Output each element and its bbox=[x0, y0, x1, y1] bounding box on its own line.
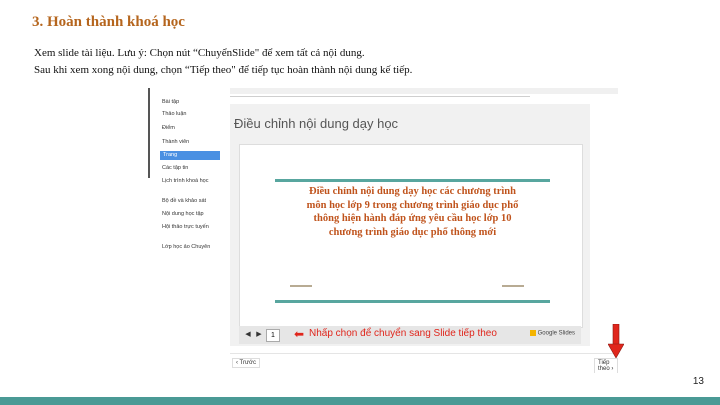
sidebar-item-modules[interactable]: Nội dung học tập bbox=[162, 211, 226, 218]
down-arrow-icon bbox=[608, 324, 624, 358]
sidebar-item-grades[interactable]: Điểm bbox=[162, 125, 226, 132]
sidebar-item-webinars[interactable]: Hội thảo trực tuyến bbox=[162, 224, 226, 231]
slide-top-rule bbox=[275, 179, 550, 182]
slide-canvas: Điều chỉnh nội dung dạy học các chương t… bbox=[239, 144, 583, 328]
sidebar-item-people[interactable]: Thành viên bbox=[162, 139, 226, 146]
current-slide-number: 1 bbox=[266, 329, 280, 342]
content-title: Điều chỉnh nội dung dạy học bbox=[234, 116, 399, 131]
next-slide-hint: Nhấp chọn để chuyển sang Slide tiếp theo bbox=[309, 328, 497, 339]
previous-button[interactable]: ‹ Trước bbox=[232, 358, 260, 368]
page-nav-divider bbox=[230, 353, 618, 354]
google-slides-link[interactable]: Google Slides bbox=[530, 330, 575, 337]
slide-bottom-rule bbox=[275, 300, 550, 303]
slide-accent-right bbox=[502, 285, 524, 287]
sidebar-item-files[interactable]: Các tập tin bbox=[162, 165, 226, 172]
course-sidebar: Bài tập Thảo luận Điểm Thành viên Trang … bbox=[148, 88, 228, 373]
sidebar-item-assignments[interactable]: Bài tập bbox=[162, 99, 226, 106]
slide-title: 3. Hoàn thành khoá học bbox=[32, 14, 185, 30]
next-slide-button[interactable]: ▶ bbox=[254, 329, 264, 340]
slides-embed: Điều chỉnh nội dung dạy học Điều chỉnh n… bbox=[230, 104, 590, 346]
sidebar-item-discussions[interactable]: Thảo luận bbox=[162, 111, 226, 118]
lesson-title: Điều chỉnh nội dung dạy học các chương t… bbox=[306, 186, 519, 238]
lms-screenshot: Bài tập Thảo luận Điểm Thành viên Trang … bbox=[148, 88, 618, 373]
hint-arrow-icon: ⬅ bbox=[294, 327, 305, 341]
instruction-line-2: Sau khi xem xong nội dung, chọn “Tiếp th… bbox=[34, 64, 413, 76]
bottom-accent-bar bbox=[0, 397, 720, 405]
slide-accent-left bbox=[290, 285, 312, 287]
sidebar-item-quizzes[interactable]: Bộ đề và khảo sát bbox=[162, 198, 226, 205]
page-number: 13 bbox=[692, 376, 704, 387]
next-button[interactable]: Tiếp theo › bbox=[594, 358, 618, 373]
slides-controls: ◀ ▶ 1 ⬅ Nhấp chọn để chuyển sang Slide t… bbox=[239, 326, 581, 344]
prev-slide-button[interactable]: ◀ bbox=[243, 329, 253, 340]
instruction-line-1: Xem slide tài liệu. Lưu ý: Chọn nút “Chu… bbox=[34, 47, 365, 59]
sidebar-item-syllabus[interactable]: Lịch trình khoá học bbox=[162, 178, 226, 185]
top-divider bbox=[230, 96, 530, 97]
sidebar-item-pages[interactable]: Trang bbox=[160, 151, 220, 160]
sidebar-divider bbox=[148, 88, 150, 178]
top-toolbar bbox=[230, 88, 618, 94]
sidebar-item-virtual-class[interactable]: Lớp học ảo Chuyên bbox=[162, 244, 226, 251]
